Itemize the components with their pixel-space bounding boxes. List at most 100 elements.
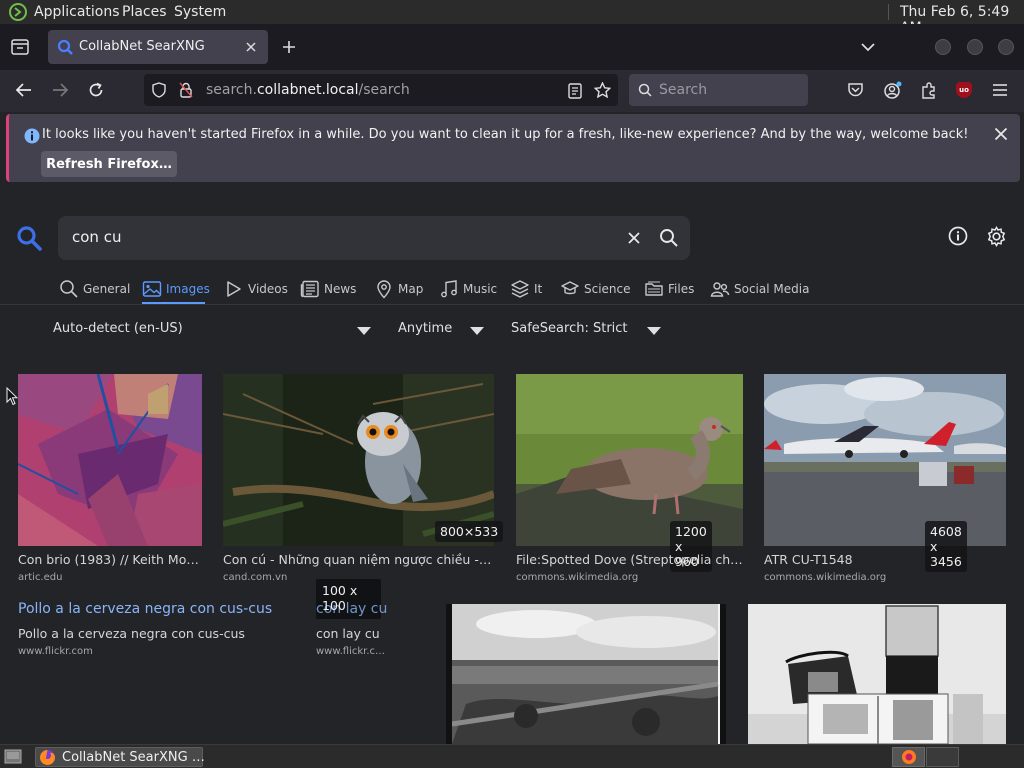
result-title[interactable]: ATR CU-T1548 bbox=[764, 552, 1006, 567]
system-menu[interactable]: System bbox=[174, 4, 226, 20]
close-tab-icon[interactable] bbox=[245, 41, 257, 53]
bookmark-star-icon[interactable] bbox=[594, 82, 611, 98]
tab-it-label: It bbox=[534, 282, 543, 296]
tab-science[interactable]: Science bbox=[560, 277, 631, 301]
search-bar[interactable]: Search bbox=[629, 74, 808, 106]
map-pin-icon bbox=[377, 280, 391, 299]
result-thumbnail[interactable] bbox=[748, 604, 1006, 744]
searxng-logo-icon[interactable] bbox=[16, 225, 42, 251]
tab-files-label: Files bbox=[668, 282, 695, 296]
refresh-firefox-button[interactable]: Refresh Firefox… bbox=[41, 151, 177, 177]
taskbar-window-title: CollabNet SearXNG … bbox=[62, 750, 205, 765]
result-title[interactable]: Con brio (1983) // Keith Morri… bbox=[18, 552, 202, 567]
search-query-box[interactable]: con cu bbox=[58, 216, 690, 260]
refresh-firefox-notification: It looks like you haven't started Firefo… bbox=[6, 114, 1020, 182]
hamburger-menu-icon[interactable] bbox=[992, 83, 1008, 97]
tab-videos[interactable]: Videos bbox=[224, 277, 288, 301]
submit-search-icon[interactable] bbox=[659, 228, 679, 248]
tab-map-label: Map bbox=[398, 282, 424, 296]
preferences-gear-icon[interactable] bbox=[986, 226, 1007, 247]
firefox-view-icon[interactable] bbox=[11, 39, 29, 55]
back-arrow-icon[interactable] bbox=[16, 83, 32, 97]
padlock-insecure-icon[interactable] bbox=[179, 82, 193, 98]
forward-arrow-icon[interactable] bbox=[52, 83, 68, 97]
applications-menu[interactable]: Applications bbox=[34, 4, 120, 20]
workspace-2[interactable] bbox=[926, 747, 959, 767]
close-window-button[interactable] bbox=[998, 39, 1014, 55]
result-title[interactable]: Pollo a la cerveza negra con cus-cus bbox=[18, 626, 278, 641]
reader-view-icon[interactable] bbox=[568, 83, 582, 99]
url-bar[interactable]: search.collabnet.local/search bbox=[144, 74, 618, 106]
result-resolution: 100 x 100 bbox=[322, 583, 358, 613]
files-icon bbox=[645, 281, 663, 296]
show-desktop-icon[interactable] bbox=[4, 749, 22, 764]
language-chevron-down-icon[interactable] bbox=[357, 327, 371, 335]
info-icon bbox=[24, 128, 40, 144]
workspace-switcher[interactable] bbox=[892, 747, 925, 767]
tab-social-media-label: Social Media bbox=[734, 282, 810, 296]
result-source: www.flickr.com bbox=[18, 646, 93, 657]
new-tab-icon[interactable] bbox=[282, 40, 296, 54]
searxng-page: con cu General Images Videos News Map Mu… bbox=[0, 187, 1024, 744]
search-query-input[interactable]: con cu bbox=[72, 228, 121, 246]
search-icon bbox=[638, 83, 652, 97]
shield-icon[interactable] bbox=[152, 82, 166, 98]
tab-it[interactable]: It bbox=[510, 277, 542, 301]
play-icon bbox=[227, 281, 241, 297]
time-range-chevron-down-icon[interactable] bbox=[470, 327, 484, 335]
categories-divider bbox=[0, 304, 1024, 305]
tab-files[interactable]: Files bbox=[644, 277, 694, 301]
taskbar-window-firefox[interactable]: CollabNet SearXNG … bbox=[35, 747, 205, 767]
result-title[interactable]: Con cú - Những quan niệm ngược chiều - B… bbox=[223, 552, 494, 567]
tab-images-label: Images bbox=[166, 282, 210, 296]
close-notification-icon[interactable] bbox=[994, 127, 1008, 141]
safesearch-chevron-down-icon[interactable] bbox=[647, 327, 661, 335]
clear-query-icon[interactable] bbox=[628, 232, 640, 244]
url-prefix: search. bbox=[206, 82, 257, 98]
about-info-icon[interactable] bbox=[948, 226, 968, 246]
aerial-photo-thumbnail bbox=[446, 604, 726, 744]
tab-social-media[interactable]: Social Media bbox=[710, 277, 809, 301]
language-select[interactable]: Auto-detect (en-US) bbox=[53, 321, 183, 336]
tab-images[interactable]: Images bbox=[142, 277, 210, 301]
search-placeholder: Search bbox=[659, 82, 708, 98]
tab-strip: CollabNet SearXNG bbox=[0, 24, 1024, 70]
bottom-taskbar: CollabNet SearXNG … bbox=[0, 744, 1024, 768]
result-thumbnail[interactable] bbox=[18, 374, 202, 546]
result-link-title[interactable]: Pollo a la cerveza negra con cus-cus bbox=[18, 601, 272, 617]
top-panel: Applications Places System Thu Feb 6, 5:… bbox=[0, 0, 1024, 36]
account-icon[interactable] bbox=[883, 80, 903, 100]
ublock-origin-icon[interactable]: uo bbox=[956, 82, 972, 98]
reload-icon[interactable] bbox=[88, 82, 104, 98]
safesearch-select[interactable]: SafeSearch: Strict bbox=[511, 321, 628, 336]
result-thumbnail[interactable] bbox=[764, 374, 1006, 546]
minimize-button[interactable] bbox=[935, 39, 951, 55]
tab-collabnet-searxng[interactable]: CollabNet SearXNG bbox=[48, 30, 268, 64]
url-path: /search bbox=[358, 82, 410, 98]
searxng-favicon-icon bbox=[57, 39, 73, 55]
panel-separator bbox=[888, 4, 889, 20]
gnome-foot-icon[interactable] bbox=[8, 3, 28, 21]
people-icon bbox=[710, 282, 730, 297]
pocket-icon[interactable] bbox=[847, 82, 864, 98]
result-title[interactable]: File:Spotted Dove (Streptopelia chine… bbox=[516, 552, 743, 567]
url-text[interactable]: search.collabnet.local/search bbox=[206, 82, 410, 98]
decorated-objects-thumbnail bbox=[748, 604, 1006, 744]
music-icon bbox=[441, 280, 457, 298]
tab-music[interactable]: Music bbox=[439, 277, 497, 301]
maximize-button[interactable] bbox=[967, 39, 983, 55]
extensions-puzzle-icon[interactable] bbox=[920, 81, 938, 99]
places-menu[interactable]: Places bbox=[122, 4, 167, 20]
tab-map[interactable]: Map bbox=[374, 277, 423, 301]
firefox-workspace-icon bbox=[902, 750, 916, 764]
result-thumbnail[interactable] bbox=[446, 604, 726, 744]
time-range-select[interactable]: Anytime bbox=[398, 321, 452, 336]
tab-music-label: Music bbox=[463, 282, 498, 296]
list-tabs-chevron-icon[interactable] bbox=[861, 42, 875, 52]
tab-general[interactable]: General bbox=[59, 277, 130, 301]
tab-news[interactable]: News bbox=[300, 277, 356, 301]
search-icon bbox=[60, 280, 78, 298]
tab-videos-label: Videos bbox=[248, 282, 288, 296]
result-title[interactable]: con lay cu bbox=[316, 626, 436, 641]
result-resolution: 800×533 bbox=[435, 521, 504, 542]
